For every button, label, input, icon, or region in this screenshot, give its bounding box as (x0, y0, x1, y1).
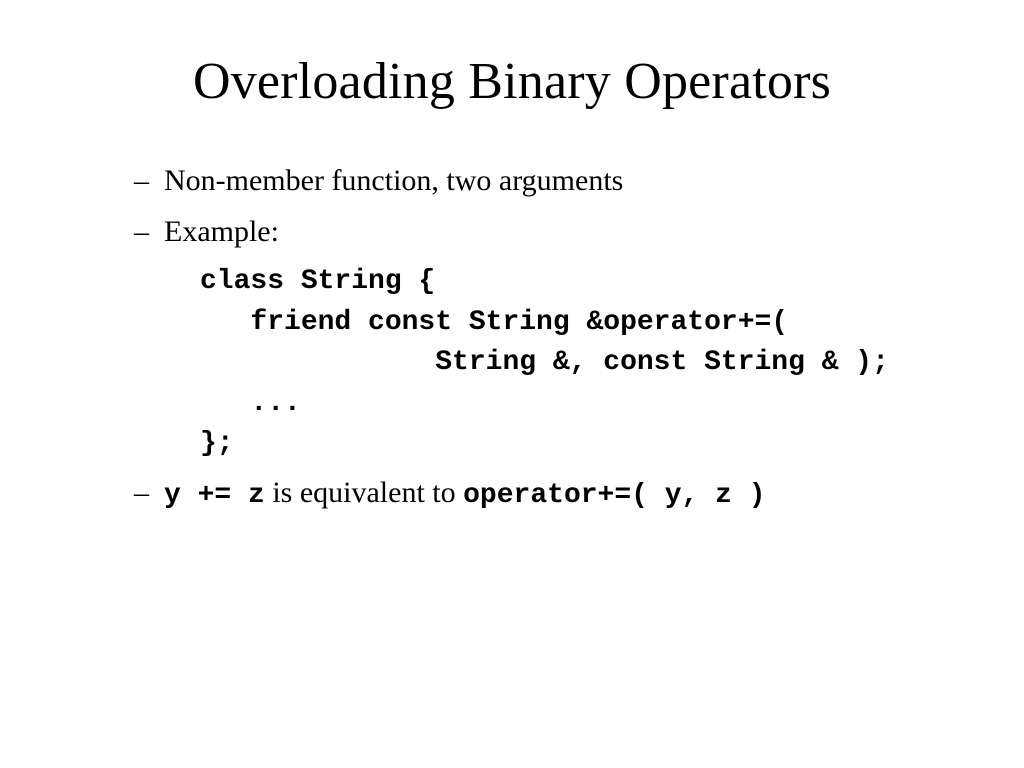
code-line: class String { (200, 266, 435, 297)
code-line: String &, const String & ); (200, 347, 889, 378)
bullet-dash: – (134, 473, 164, 514)
code-line: ... (200, 388, 301, 419)
bullet-text: y += z is equivalent to operator+=( y, z… (164, 473, 766, 515)
bullet-text: Example: (164, 212, 279, 253)
inline-code: operator+=( y, z ) (463, 480, 765, 511)
bullet-item: – Non-member function, two arguments (134, 161, 964, 202)
code-line: }; (200, 428, 234, 459)
bullet-text: Non-member function, two arguments (164, 161, 623, 202)
code-block: class String { friend const String &oper… (200, 262, 964, 465)
slide: Overloading Binary Operators – Non-membe… (0, 0, 1024, 768)
bullet-dash: – (134, 161, 164, 202)
slide-body: – Non-member function, two arguments – E… (60, 161, 964, 515)
bullet-item: – Example: (134, 212, 964, 253)
slide-title: Overloading Binary Operators (60, 52, 964, 111)
code-line: friend const String &operator+=( (200, 307, 788, 338)
bullet-dash: – (134, 212, 164, 253)
bullet-item: – y += z is equivalent to operator+=( y,… (134, 473, 964, 515)
bullet-mid-text: is equivalent to (265, 476, 463, 509)
inline-code: y += z (164, 480, 265, 511)
